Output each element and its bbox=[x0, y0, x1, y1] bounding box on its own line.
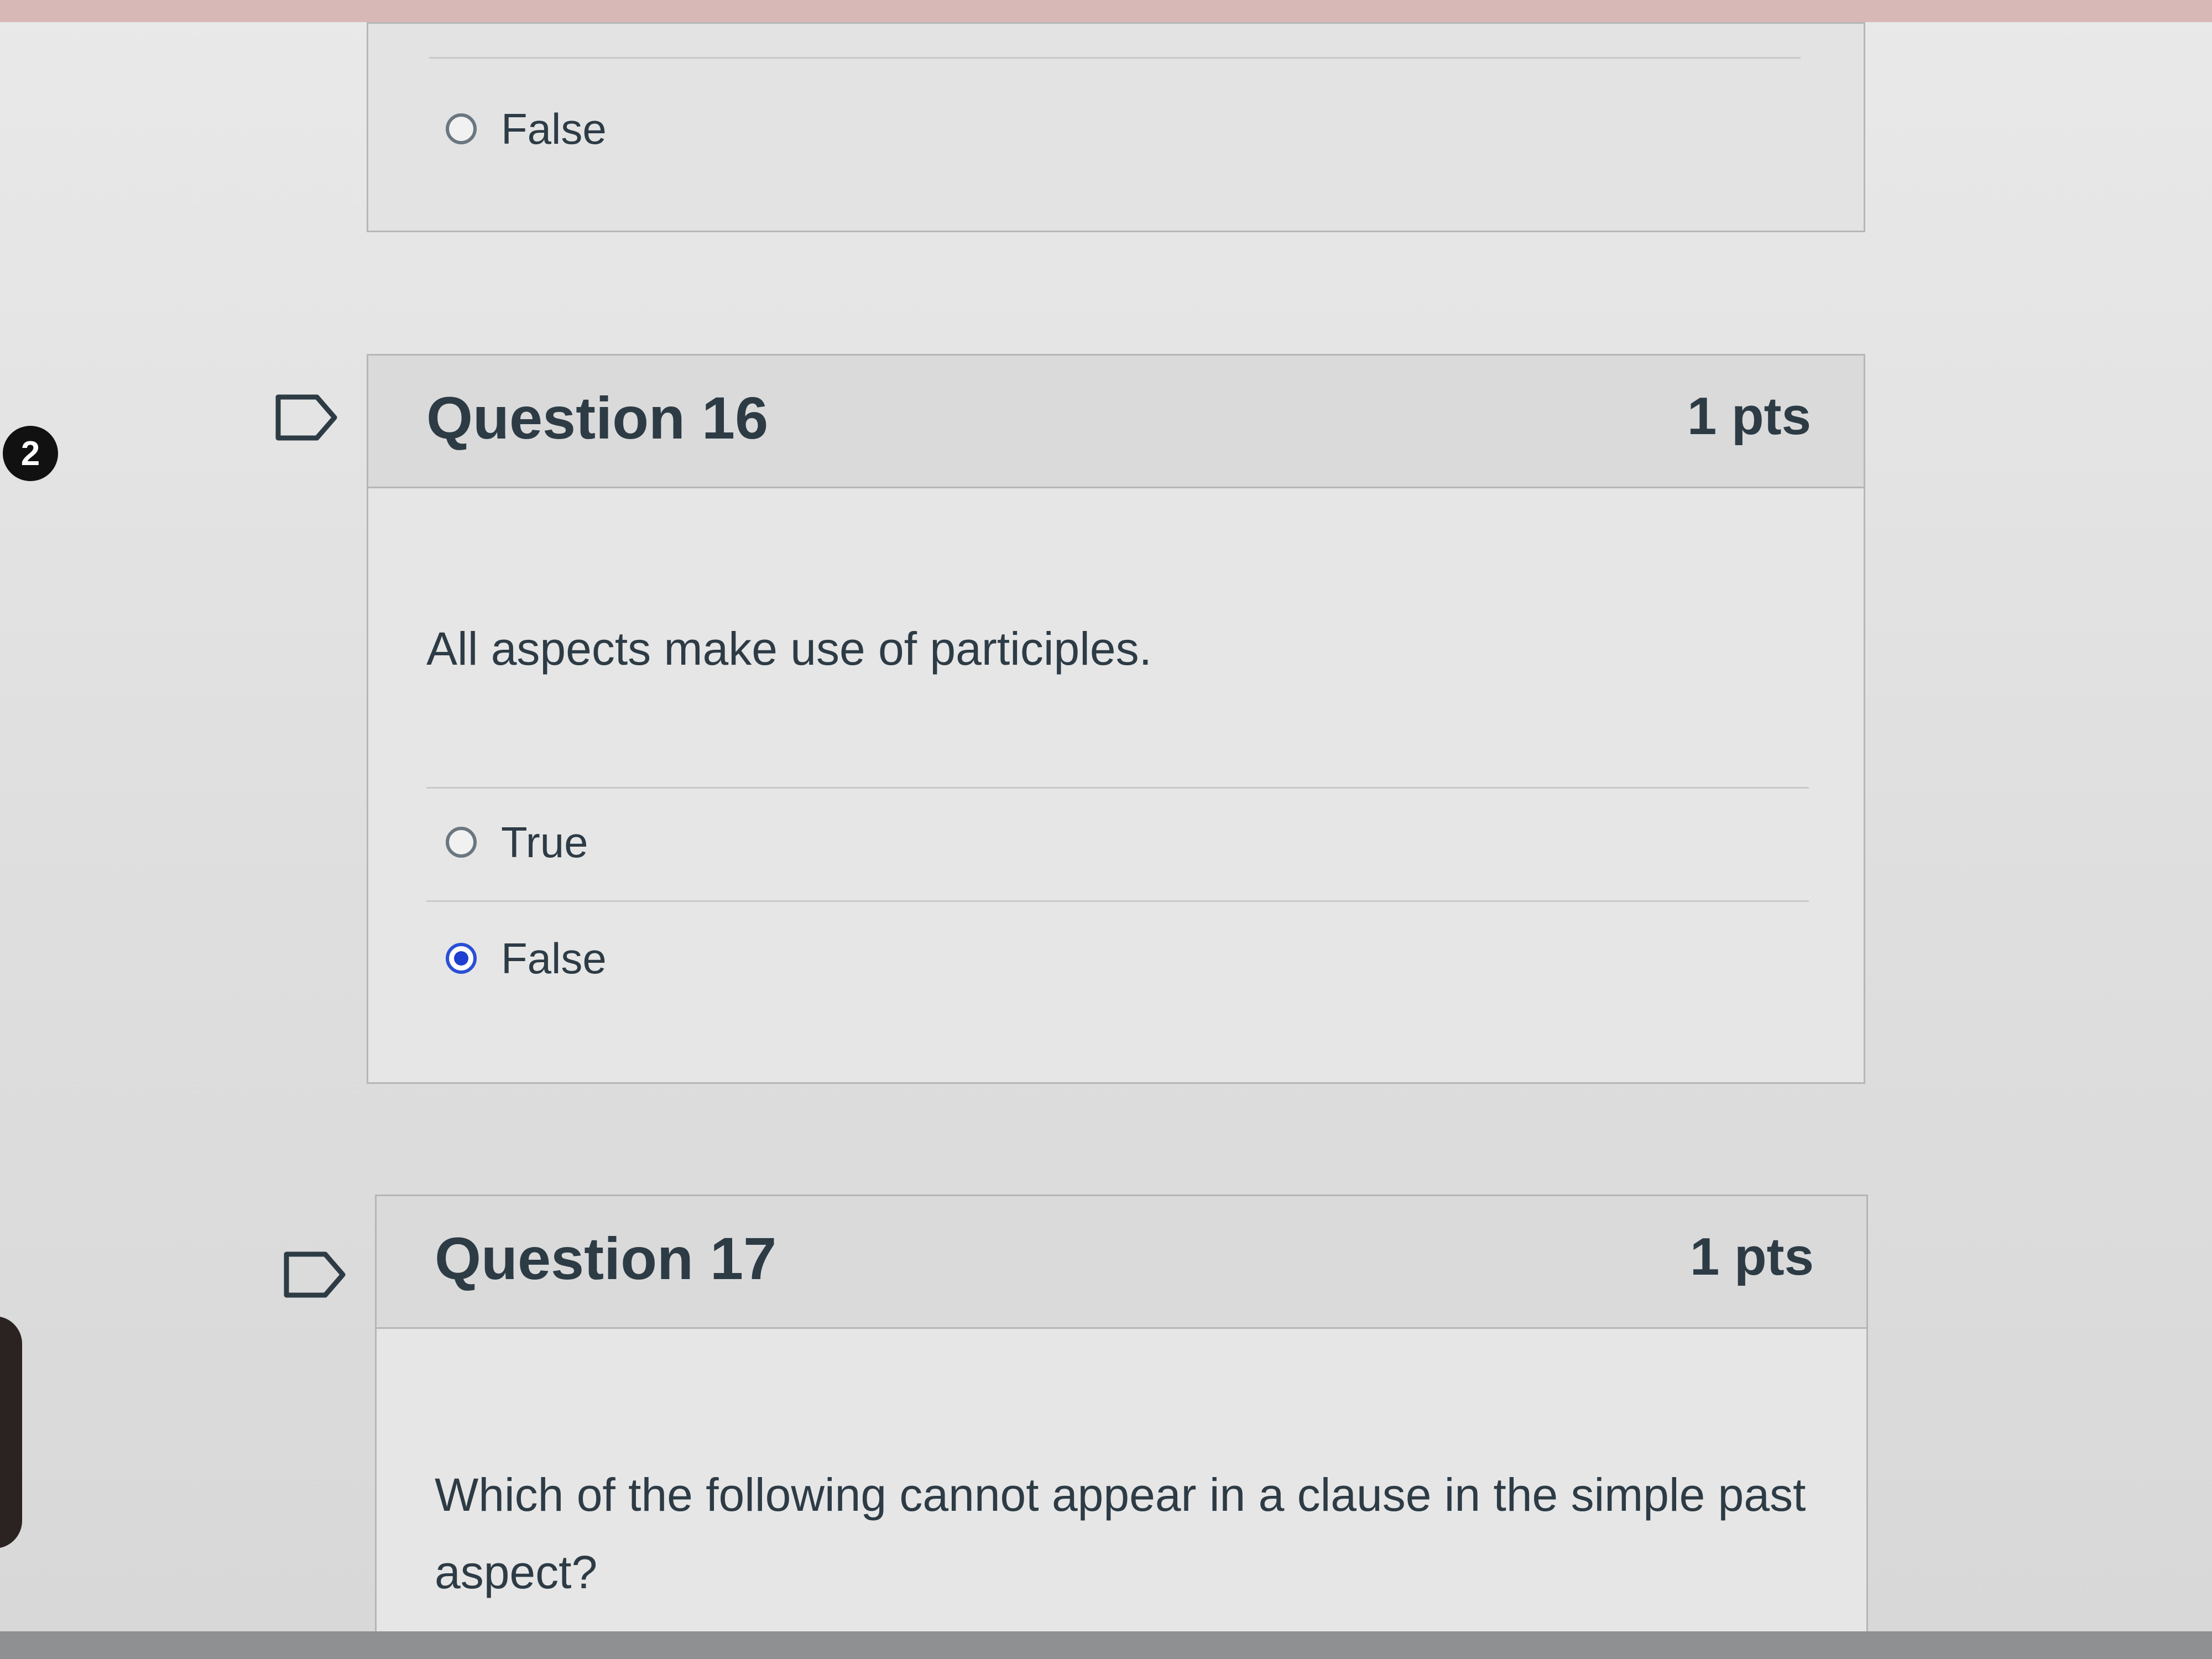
answer-label: False bbox=[501, 104, 607, 153]
thumb-shadow bbox=[0, 1316, 22, 1548]
previous-question-card: False bbox=[367, 22, 1865, 232]
previous-answer-false[interactable]: False bbox=[446, 96, 607, 162]
question-17-points: 1 pts bbox=[1689, 1227, 1814, 1286]
quiz-page: 2 False Question 16 1 pts All aspects ma… bbox=[0, 0, 2212, 1659]
screen-bottom-edge bbox=[0, 1631, 2212, 1659]
notification-badge-count: 2 bbox=[20, 434, 40, 473]
answer-divider bbox=[429, 57, 1801, 59]
radio-button-selected-icon[interactable] bbox=[446, 943, 477, 974]
question-16-text: All aspects make use of participles. bbox=[426, 623, 1152, 675]
answer-false[interactable]: False bbox=[446, 925, 607, 992]
question-17-text: Which of the following cannot appear in … bbox=[435, 1469, 1806, 1598]
question-17-card: Question 17 1 pts Which of the following… bbox=[375, 1194, 1868, 1659]
question-16-points: 1 pts bbox=[1687, 387, 1811, 446]
answer-label: False bbox=[501, 933, 607, 983]
question-16-header: Question 16 1 pts bbox=[368, 356, 1864, 488]
question-17-title: Question 17 bbox=[435, 1225, 777, 1292]
question-16-card: Question 16 1 pts All aspects make use o… bbox=[367, 354, 1865, 1084]
question-16-title: Question 16 bbox=[426, 384, 769, 451]
radio-button-icon[interactable] bbox=[446, 827, 477, 858]
question-17-header: Question 17 1 pts bbox=[377, 1196, 1866, 1329]
answer-label: True bbox=[501, 817, 588, 867]
flag-question-icon[interactable] bbox=[274, 393, 340, 442]
answer-divider bbox=[426, 900, 1809, 902]
answer-true[interactable]: True bbox=[446, 809, 588, 875]
screen-top-edge bbox=[0, 0, 2212, 22]
flag-question-icon[interactable] bbox=[282, 1250, 348, 1300]
answer-divider bbox=[426, 787, 1809, 789]
radio-button-icon[interactable] bbox=[446, 113, 477, 144]
notification-badge: 2 bbox=[3, 426, 58, 481]
